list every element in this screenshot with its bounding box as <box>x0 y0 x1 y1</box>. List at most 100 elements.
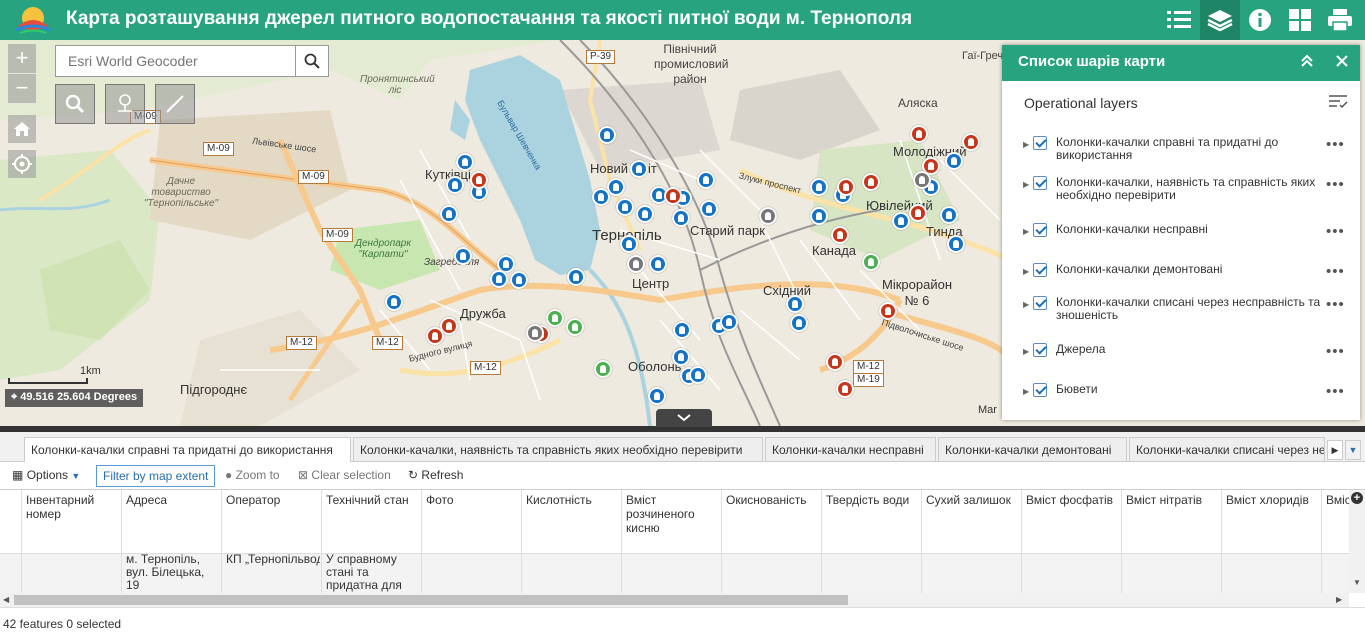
search-button[interactable] <box>295 46 328 76</box>
tabs-menu-button[interactable]: ▼ <box>1345 440 1361 460</box>
map-marker[interactable] <box>810 178 828 196</box>
map-marker[interactable] <box>664 187 682 205</box>
more-options-icon[interactable]: ••• <box>1326 384 1345 399</box>
map-marker[interactable] <box>470 171 488 189</box>
layer-list-menu-button[interactable] <box>1328 93 1348 112</box>
column-photo[interactable]: Фото <box>422 490 522 593</box>
zoom-to-button[interactable]: ● Zoom to <box>225 468 280 482</box>
legend-button[interactable] <box>1159 0 1199 40</box>
map-marker[interactable] <box>945 152 963 170</box>
map-marker[interactable] <box>594 360 612 378</box>
column-nitrates[interactable]: Вміст нітратів <box>1122 490 1222 593</box>
column-chlorides[interactable]: Вміст хлоридів <box>1222 490 1322 593</box>
scroll-left-icon[interactable]: ◀ <box>3 595 9 604</box>
caret-right-icon[interactable]: ▶ <box>1023 387 1029 396</box>
map-marker[interactable] <box>826 353 844 371</box>
map-marker[interactable] <box>862 253 880 271</box>
layer-visibility-checkbox[interactable] <box>1033 176 1047 190</box>
row-selector-column[interactable] <box>0 490 22 593</box>
map-marker[interactable] <box>490 270 508 288</box>
caret-right-icon[interactable]: ▶ <box>1023 180 1029 189</box>
map-marker[interactable] <box>673 321 691 339</box>
tab-layer-2[interactable]: Колонки-качалки несправні <box>765 437 936 462</box>
map-marker[interactable] <box>620 235 638 253</box>
caret-right-icon[interactable]: ▶ <box>1023 300 1029 309</box>
map-marker[interactable] <box>446 176 464 194</box>
map-marker[interactable] <box>592 188 610 206</box>
layer-visibility-checkbox[interactable] <box>1033 343 1047 357</box>
map-marker[interactable] <box>454 247 472 265</box>
scroll-right-icon[interactable]: ▶ <box>1336 595 1342 604</box>
map-marker[interactable] <box>672 348 690 366</box>
map-marker[interactable] <box>648 387 666 405</box>
map-marker[interactable] <box>672 209 690 227</box>
map-marker[interactable] <box>456 153 474 171</box>
column-acidity[interactable]: Кислотність <box>522 490 622 593</box>
tab-layer-0[interactable]: Колонки-качалки справні та придатні до в… <box>24 437 351 463</box>
map-marker[interactable] <box>962 133 980 151</box>
map-marker[interactable] <box>836 380 854 398</box>
table-horizontal-scrollbar[interactable]: ◀ ▶ <box>0 593 1349 607</box>
map-marker[interactable] <box>879 302 897 320</box>
close-panel-button[interactable] <box>1336 54 1348 70</box>
map-marker[interactable] <box>790 314 808 332</box>
refresh-button[interactable]: ↻ Refresh <box>408 468 463 482</box>
about-button[interactable] <box>1240 0 1280 40</box>
horizontal-scroll-thumb[interactable] <box>14 595 848 605</box>
map-marker[interactable] <box>910 125 928 143</box>
column-oxidizability[interactable]: Окиснованість <box>722 490 822 593</box>
layer-visibility-checkbox[interactable] <box>1033 296 1047 310</box>
map-marker[interactable] <box>566 318 584 336</box>
zoom-in-button[interactable]: + <box>8 44 36 74</box>
map-marker[interactable] <box>940 206 958 224</box>
map-marker[interactable] <box>385 293 403 311</box>
more-options-icon[interactable]: ••• <box>1326 224 1345 239</box>
column-partial[interactable]: Вміст <box>1322 490 1349 593</box>
map-marker[interactable] <box>697 171 715 189</box>
add-column-icon[interactable]: + <box>1351 492 1363 504</box>
caret-right-icon[interactable]: ▶ <box>1023 267 1029 276</box>
my-location-button[interactable] <box>8 150 36 178</box>
map-marker[interactable] <box>913 171 931 189</box>
layer-visibility-checkbox[interactable] <box>1033 136 1047 150</box>
column-inventory-number[interactable]: Інвентарний номер <box>22 490 122 593</box>
map-marker[interactable] <box>810 207 828 225</box>
search-input[interactable] <box>56 46 296 76</box>
more-options-icon[interactable]: ••• <box>1326 344 1345 359</box>
zoom-out-button[interactable]: − <box>8 74 36 104</box>
caret-right-icon[interactable]: ▶ <box>1023 227 1029 236</box>
clear-selection-button[interactable]: ⊠ Clear selection <box>298 468 391 482</box>
map-marker[interactable] <box>598 126 616 144</box>
map-marker[interactable] <box>636 205 654 223</box>
layer-visibility-checkbox[interactable] <box>1033 263 1047 277</box>
collapse-panel-button[interactable] <box>1300 54 1314 71</box>
map-marker[interactable] <box>616 198 634 216</box>
tab-layer-3[interactable]: Колонки-качалки демонтовані <box>938 437 1127 462</box>
column-dry-residue[interactable]: Сухий залишок <box>922 490 1022 593</box>
tabs-scroll-right-button[interactable]: ▶ <box>1327 440 1343 460</box>
map-marker[interactable] <box>947 235 965 253</box>
more-options-icon[interactable]: ••• <box>1326 297 1345 312</box>
layer-list-button[interactable] <box>1200 0 1240 40</box>
toggle-table-button[interactable] <box>656 409 712 427</box>
scroll-down-icon[interactable]: ▼ <box>1353 578 1361 587</box>
map-marker[interactable] <box>510 271 528 289</box>
map-marker[interactable] <box>700 200 718 218</box>
caret-right-icon[interactable]: ▶ <box>1023 140 1029 149</box>
map-marker[interactable] <box>837 178 855 196</box>
home-button[interactable] <box>8 115 36 143</box>
measure-tool-button[interactable] <box>155 84 195 124</box>
layer-visibility-checkbox[interactable] <box>1033 223 1047 237</box>
map-marker[interactable] <box>630 160 648 178</box>
column-hardness[interactable]: Твердість води <box>822 490 922 593</box>
options-menu-button[interactable]: ▦ Options ▼ <box>12 468 80 482</box>
column-phosphates[interactable]: Вміст фосфатів <box>1022 490 1122 593</box>
more-options-icon[interactable]: ••• <box>1326 177 1345 192</box>
map-marker[interactable] <box>546 309 564 327</box>
map-marker[interactable] <box>426 327 444 345</box>
map-marker[interactable] <box>627 255 645 273</box>
map-marker[interactable] <box>689 366 707 384</box>
filter-by-extent-button[interactable]: Filter by map extent <box>96 465 216 487</box>
map-marker[interactable] <box>607 178 625 196</box>
map-search-tool-button[interactable] <box>55 84 95 124</box>
